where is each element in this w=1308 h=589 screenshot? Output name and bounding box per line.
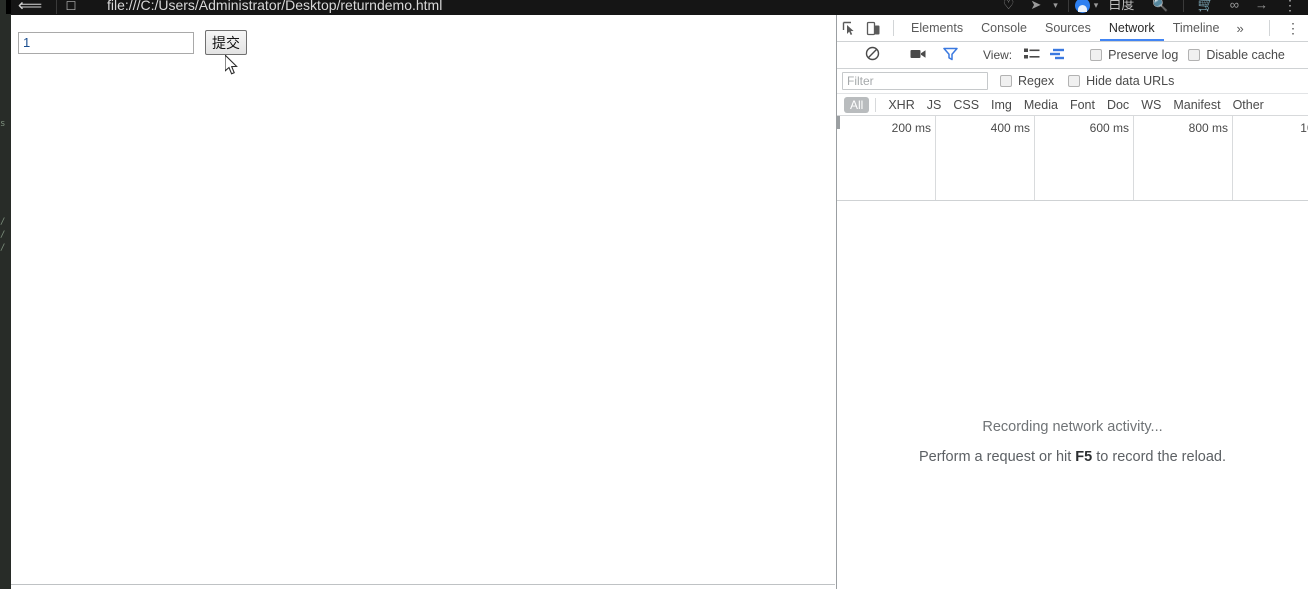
clear-icon[interactable]: [865, 46, 880, 64]
empty-state-line1: Recording network activity...: [982, 419, 1163, 435]
type-filter-ws[interactable]: WS: [1135, 98, 1167, 112]
timeline-tick: 200 ms: [891, 121, 931, 135]
menu-kebab-icon[interactable]: ⋮: [1276, 0, 1304, 15]
text-input[interactable]: [18, 31, 194, 54]
tab-sources[interactable]: Sources: [1036, 15, 1100, 41]
demo-form: 提交: [18, 30, 247, 55]
code-fragment: /: [0, 243, 6, 253]
divider: [875, 97, 877, 112]
inspect-element-icon[interactable]: [837, 15, 861, 41]
type-filter-img[interactable]: Img: [985, 98, 1018, 112]
type-filter-media[interactable]: Media: [1018, 98, 1064, 112]
background-code-editor-sliver: s / / /: [0, 0, 11, 589]
chevron-down-icon[interactable]: ▾: [1049, 0, 1062, 15]
type-filter-js[interactable]: JS: [921, 98, 948, 112]
more-tabs-icon[interactable]: »: [1228, 21, 1251, 36]
search-icon[interactable]: 🔍: [1144, 0, 1176, 15]
cursor-arrow-icon[interactable]: ➤: [1022, 0, 1049, 15]
empty-state-line2: Perform a request or hit F5 to record th…: [919, 449, 1226, 465]
checkbox-box: [1000, 75, 1012, 87]
avatar[interactable]: [1074, 0, 1090, 13]
code-fragment: /: [0, 230, 6, 240]
browser-toolbar: ⟸ ☐ file:///C:/Users/Administrator/Deskt…: [11, 0, 1308, 15]
account-brand-label: 白度: [1108, 0, 1135, 12]
type-filter-manifest[interactable]: Manifest: [1167, 98, 1226, 112]
tab-console[interactable]: Console: [972, 15, 1036, 41]
divider: [1269, 20, 1270, 36]
type-filter-doc[interactable]: Doc: [1101, 98, 1135, 112]
address-bar-url[interactable]: file:///C:/Users/Administrator/Desktop/r…: [107, 0, 442, 15]
type-filter-other[interactable]: Other: [1227, 98, 1270, 112]
browser-toolbar-right: ♡ ➤ ▾ ▾ 白度 🔍 🛒 ∞ → ⋮: [995, 0, 1304, 15]
chevron-down-icon[interactable]: ▾: [1090, 0, 1103, 15]
camera-icon[interactable]: [910, 48, 927, 63]
network-timeline-ruler[interactable]: 200 ms 400 ms 600 ms 800 ms 1000: [837, 116, 1308, 201]
page-icon: ☐: [65, 0, 77, 13]
empty-state-line2-after: to record the reload.: [1092, 449, 1227, 465]
heart-icon[interactable]: ♡: [995, 0, 1023, 15]
empty-state-line2-before: Perform a request or hit: [918, 449, 1076, 465]
browser-toolbar-left: ⟸ ☐: [11, 0, 78, 15]
hide-data-urls-label: Hide data URLs: [1086, 74, 1175, 88]
tab-network[interactable]: Network: [1100, 15, 1164, 41]
regex-label: Regex: [1018, 74, 1055, 88]
regex-checkbox[interactable]: Regex: [1000, 74, 1054, 88]
filter-input[interactable]: [842, 72, 988, 90]
divider: [893, 20, 894, 36]
page-viewport: 提交: [11, 15, 835, 585]
divider: [1182, 0, 1184, 12]
cart-icon[interactable]: 🛒: [1190, 0, 1222, 15]
preserve-log-checkbox[interactable]: Preserve log: [1090, 48, 1178, 62]
checkbox-box: [1188, 49, 1201, 61]
screen-root: s / / / ⟸ ☐ file:///C:/Users/Administrat…: [0, 0, 1308, 589]
view-timeline-icon[interactable]: [1050, 48, 1066, 63]
devtools-panel: Elements Console Sources Network Timelin…: [836, 15, 1308, 589]
hide-data-urls-checkbox[interactable]: Hide data URLs: [1068, 74, 1174, 88]
preserve-log-label: Preserve log: [1108, 48, 1179, 62]
type-filter-font[interactable]: Font: [1064, 98, 1101, 112]
submit-button[interactable]: 提交: [205, 30, 247, 55]
disable-cache-checkbox[interactable]: Disable cache: [1188, 48, 1285, 62]
resource-type-filters: All XHR JS CSS Img Media Font Doc WS Man…: [837, 94, 1308, 116]
devtools-tabbar-right: ⋮: [1261, 15, 1308, 41]
divider: [1067, 0, 1069, 12]
timeline-tick: 800 ms: [1188, 121, 1228, 135]
download-arrow-icon[interactable]: →: [1247, 0, 1276, 15]
checkbox-box: [1090, 49, 1103, 61]
filter-icon[interactable]: [943, 47, 958, 64]
device-toolbar-icon[interactable]: [861, 15, 885, 41]
network-filter-bar: Regex Hide data URLs: [837, 69, 1308, 94]
view-label: View:: [983, 48, 1013, 62]
mouse-cursor-icon: [225, 55, 238, 75]
divider: [56, 0, 57, 14]
tab-timeline[interactable]: Timeline: [1164, 15, 1229, 41]
type-filter-all[interactable]: All: [844, 96, 870, 113]
disable-cache-label: Disable cache: [1206, 48, 1285, 62]
devtools-tabbar: Elements Console Sources Network Timelin…: [837, 15, 1308, 42]
timeline-tick: 400 ms: [990, 121, 1030, 135]
timeline-tick: 1000: [1300, 121, 1308, 135]
tab-elements[interactable]: Elements: [902, 15, 972, 41]
type-filter-css[interactable]: CSS: [947, 98, 985, 112]
code-fragment: /: [0, 217, 6, 227]
binoculars-icon[interactable]: ∞: [1222, 0, 1247, 15]
checkbox-box: [1068, 75, 1081, 87]
code-fragment: s: [0, 119, 6, 129]
network-empty-state: Recording network activity... Perform a …: [837, 226, 1308, 589]
timeline-tick: 600 ms: [1089, 121, 1129, 135]
type-filter-xhr[interactable]: XHR: [882, 98, 920, 112]
view-list-icon[interactable]: [1024, 48, 1040, 63]
empty-state-shortcut-key: F5: [1075, 449, 1093, 465]
devtools-menu-kebab-icon[interactable]: ⋮: [1278, 21, 1308, 35]
network-toolbar: View: Preserve log Disable cache: [837, 42, 1308, 69]
back-arrow-icon[interactable]: ⟸: [11, 0, 49, 15]
